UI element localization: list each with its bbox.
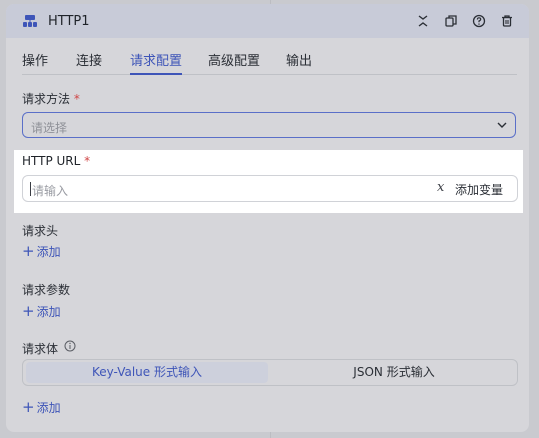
json-mode-option[interactable]: JSON 形式输入 (273, 362, 515, 383)
add-body-field-button[interactable]: + 添加 (22, 398, 61, 416)
tab-advanced-config[interactable]: 高级配置 (208, 50, 260, 69)
request-method-label: 请求方法 * (22, 90, 80, 107)
required-mark: * (84, 154, 91, 168)
add-param-label: 添加 (36, 305, 61, 319)
request-method-label-text: 请求方法 (22, 92, 71, 106)
help-icon[interactable] (472, 14, 486, 28)
add-variable-button[interactable]: 𝑥 添加变量 (437, 180, 505, 197)
node-icon (23, 15, 37, 27)
body-label: 请求体 (22, 342, 59, 356)
request-method-select[interactable]: 请选择 (22, 112, 516, 138)
add-body-field-label: 添加 (36, 401, 61, 415)
node-title: HTTP1 (48, 14, 90, 29)
active-tab-indicator (130, 73, 182, 75)
http-url-label: HTTP URL * (22, 154, 90, 168)
variable-icon: 𝑥 (437, 180, 445, 195)
tab-output[interactable]: 输出 (286, 50, 312, 69)
http-url-placeholder: 请输入 (32, 184, 69, 198)
collapse-icon[interactable] (416, 14, 430, 28)
info-icon[interactable] (64, 340, 76, 352)
http-url-section: HTTP URL * 请输入 𝑥 添加变量 (14, 150, 523, 213)
http-node-panel: HTTP1 操作 连接 请求配置 高级配置 输出 请求方法 * 请选择 请求头 … (6, 4, 529, 432)
tab-bar: 操作 连接 请求配置 高级配置 输出 (22, 48, 517, 75)
tab-connection[interactable]: 连接 (76, 50, 102, 69)
plus-icon: + (22, 242, 35, 260)
add-header-button[interactable]: + 添加 (22, 242, 61, 260)
required-mark: * (73, 92, 80, 106)
plus-icon: + (22, 398, 35, 416)
plus-icon: + (22, 302, 35, 320)
add-variable-label: 添加变量 (455, 183, 504, 197)
add-header-label: 添加 (36, 245, 61, 259)
tab-request-config[interactable]: 请求配置 (130, 50, 182, 69)
tab-operation[interactable]: 操作 (22, 50, 48, 69)
body-mode-toggle: Key-Value 形式输入 JSON 形式输入 (22, 359, 518, 386)
http-url-input[interactable]: 请输入 𝑥 添加变量 (22, 175, 518, 202)
key-value-mode-option[interactable]: Key-Value 形式输入 (26, 362, 268, 383)
copy-icon[interactable] (444, 14, 458, 28)
text-caret (30, 182, 31, 196)
chevron-down-icon (497, 122, 507, 128)
add-param-button[interactable]: + 添加 (22, 302, 61, 320)
http-url-label-text: HTTP URL (22, 154, 81, 168)
panel-header: HTTP1 (6, 4, 529, 38)
headers-label: 请求头 (22, 224, 59, 238)
params-label: 请求参数 (22, 283, 71, 297)
delete-icon[interactable] (500, 14, 514, 28)
request-method-placeholder: 请选择 (31, 121, 68, 135)
